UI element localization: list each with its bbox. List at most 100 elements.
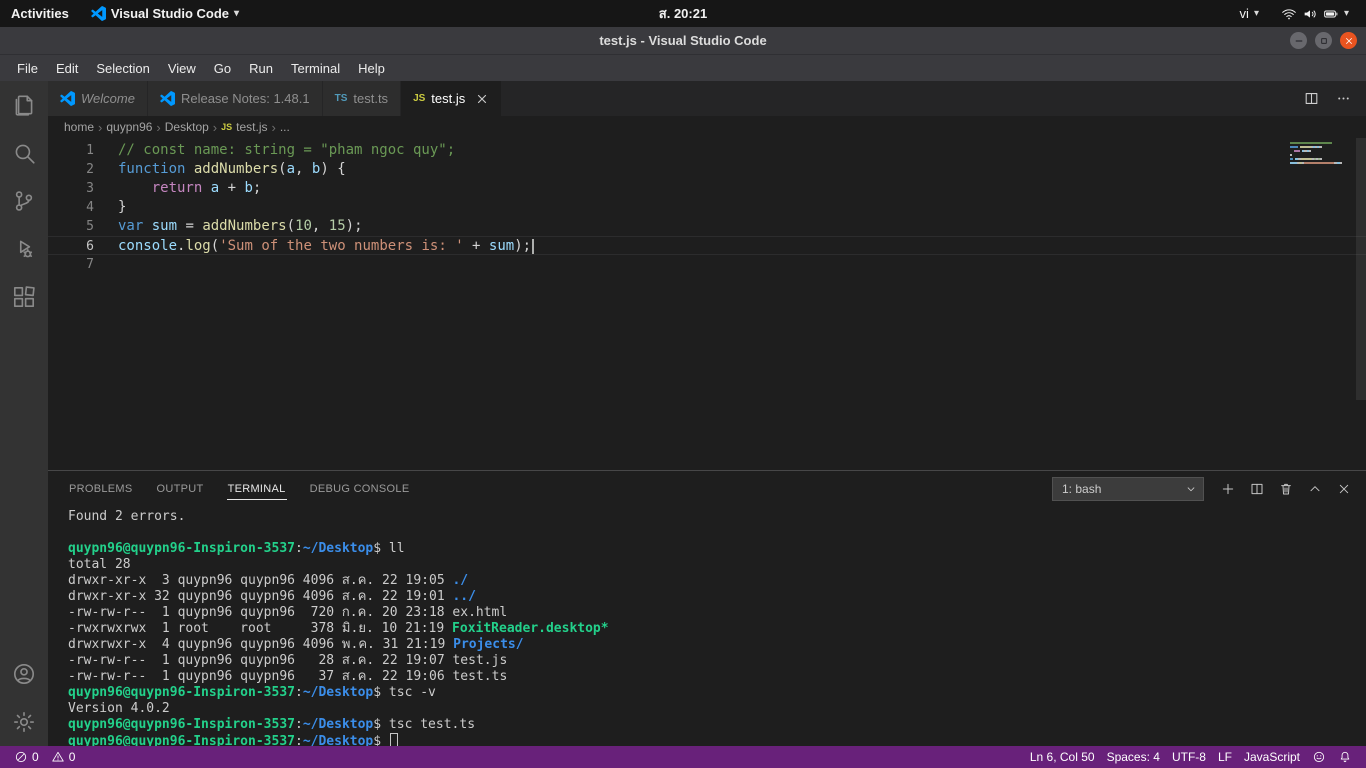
- status-cursor-position[interactable]: Ln 6, Col 50: [1024, 746, 1101, 768]
- code-line[interactable]: 5var sum = addNumbers(10, 15);: [48, 217, 1366, 236]
- activity-explorer[interactable]: [0, 81, 48, 129]
- tab-welcome[interactable]: Welcome: [48, 81, 148, 116]
- code-line[interactable]: 1// const name: string = "pham ngoc quy"…: [48, 141, 1366, 160]
- menu-item-terminal[interactable]: Terminal: [282, 58, 349, 79]
- breadcrumb-label: test.js: [236, 120, 267, 134]
- status-eol[interactable]: LF: [1212, 746, 1238, 768]
- code-line[interactable]: 6console.log('Sum of the two numbers is:…: [48, 236, 1366, 255]
- terminal-shell-select[interactable]: 1: bash: [1052, 477, 1204, 501]
- error-icon: [14, 750, 28, 764]
- status-text: 0: [32, 750, 39, 764]
- split-editor-button[interactable]: [1303, 90, 1320, 107]
- kill-terminal-button[interactable]: [1278, 481, 1294, 497]
- menu-item-file[interactable]: File: [8, 58, 47, 79]
- breadcrumb-item-test-js[interactable]: JS test.js: [221, 120, 267, 134]
- minimap[interactable]: [1290, 142, 1352, 168]
- terminal-line: total 28: [68, 557, 1366, 573]
- activity-source-control[interactable]: [0, 177, 48, 225]
- breadcrumb-item-quypn96[interactable]: quypn96: [106, 120, 152, 134]
- status-problems-errors[interactable]: 0: [8, 746, 45, 768]
- ts-icon: TS: [335, 93, 348, 104]
- breadcrumb-label: home: [64, 120, 94, 134]
- status-problems-warnings[interactable]: 0: [45, 746, 82, 768]
- close-icon[interactable]: [475, 92, 489, 106]
- status-indentation[interactable]: Spaces: 4: [1101, 746, 1166, 768]
- code-text: }: [94, 198, 126, 217]
- breadcrumb-item-home[interactable]: home: [64, 120, 94, 134]
- status-encoding[interactable]: UTF-8: [1166, 746, 1212, 768]
- editor-group: Welcome Release Notes: 1.48.1TStest.ts JS t…: [48, 81, 1366, 746]
- more-actions-button[interactable]: [1335, 90, 1352, 107]
- terminal-line: -rw-rw-r-- 1 quypn96 quypn96 720 ก.ค. 20…: [68, 605, 1366, 621]
- status-feedback[interactable]: [1306, 746, 1332, 768]
- split-terminal-button[interactable]: [1249, 481, 1265, 497]
- panel-tab-terminal[interactable]: TERMINAL: [227, 478, 287, 500]
- panel-tab-problems[interactable]: PROBLEMS: [68, 478, 134, 500]
- input-method-label: vi: [1240, 6, 1249, 21]
- activity-settings-gear[interactable]: [0, 698, 48, 746]
- code-line[interactable]: 3 return a + b;: [48, 179, 1366, 198]
- line-number: 5: [48, 217, 94, 236]
- terminal-line: drwxr-xr-x 3 quypn96 quypn96 4096 ส.ค. 2…: [68, 573, 1366, 589]
- minimize-button[interactable]: [1290, 32, 1307, 49]
- panel-tab-output[interactable]: OUTPUT: [156, 478, 205, 500]
- editor-scrollbar[interactable]: [1356, 138, 1366, 400]
- status-right: Ln 6, Col 50 Spaces: 4UTF-8LF JavaScript: [1024, 746, 1358, 768]
- js-icon: JS: [221, 122, 232, 132]
- app-menu-label: Visual Studio Code: [111, 6, 229, 21]
- activity-extensions[interactable]: [0, 273, 48, 321]
- terminal-line: Version 4.0.2: [68, 701, 1366, 717]
- menu-item-selection[interactable]: Selection: [87, 58, 158, 79]
- clock[interactable]: ส. 20:21: [659, 3, 707, 24]
- close-button[interactable]: [1340, 32, 1357, 49]
- activity-bottom: [0, 650, 48, 746]
- activities-button[interactable]: Activities: [0, 0, 80, 27]
- activity-account[interactable]: [0, 650, 48, 698]
- activity-top: [0, 81, 48, 321]
- tab-release-notes-1-48-1[interactable]: Release Notes: 1.48.1: [148, 81, 323, 116]
- tab-test-js[interactable]: JStest.js: [401, 81, 502, 116]
- status-text: JavaScript: [1244, 750, 1300, 764]
- status-bar: 0 0 Ln 6, Col 50 Spaces: 4UTF-8LF JavaScrip…: [0, 746, 1366, 768]
- breadcrumb-item-desktop[interactable]: Desktop: [165, 120, 209, 134]
- menu-item-help[interactable]: Help: [349, 58, 394, 79]
- menu-item-run[interactable]: Run: [240, 58, 282, 79]
- code-line[interactable]: 7: [48, 255, 1366, 274]
- maximize-button[interactable]: [1315, 32, 1332, 49]
- status-text: Ln 6, Col 50: [1030, 750, 1095, 764]
- new-terminal-button[interactable]: [1220, 481, 1236, 497]
- code-text: // const name: string = "pham ngoc quy";: [94, 141, 455, 160]
- tab-test-ts[interactable]: TStest.ts: [323, 81, 401, 116]
- menu-item-view[interactable]: View: [159, 58, 205, 79]
- menu-item-edit[interactable]: Edit: [47, 58, 87, 79]
- terminal-line: quypn96@quypn96-Inspiron-3537:~/Desktop$…: [68, 685, 1366, 701]
- system-tray[interactable]: ▾: [1270, 0, 1360, 27]
- activity-search[interactable]: [0, 129, 48, 177]
- terminal-line: quypn96@quypn96-Inspiron-3537:~/Desktop$: [68, 733, 1366, 746]
- status-language-mode[interactable]: JavaScript: [1238, 746, 1306, 768]
- panel-tab-debug-console[interactable]: DEBUG CONSOLE: [309, 478, 411, 500]
- terminal[interactable]: Found 2 errors. quypn96@quypn96-Inspiron…: [48, 506, 1366, 746]
- code-line[interactable]: 2function addNumbers(a, b) {: [48, 160, 1366, 179]
- window-title: test.js - Visual Studio Code: [0, 33, 1366, 48]
- panel-header: PROBLEMS OUTPUT TERMINAL DEBUG CONSOLE 1: b…: [48, 471, 1366, 506]
- account-icon: [11, 661, 37, 687]
- breadcrumb-item-[interactable]: ...: [280, 120, 290, 134]
- close-panel-button[interactable]: [1336, 481, 1352, 497]
- status-notifications[interactable]: [1332, 746, 1358, 768]
- tab-label: Welcome: [81, 91, 135, 106]
- activity-run-debug[interactable]: [0, 225, 48, 273]
- maximize-panel-button[interactable]: [1307, 481, 1323, 497]
- code-editor[interactable]: 1// const name: string = "pham ngoc quy"…: [48, 138, 1366, 470]
- status-text: 0: [69, 750, 76, 764]
- code-line[interactable]: 4}: [48, 198, 1366, 217]
- menu-item-go[interactable]: Go: [205, 58, 240, 79]
- caret-down-icon: ▾: [234, 8, 239, 19]
- warning-icon: [51, 750, 65, 764]
- app-menu-button[interactable]: Visual Studio Code ▾: [80, 0, 250, 27]
- terminal-line: quypn96@quypn96-Inspiron-3537:~/Desktop$…: [68, 717, 1366, 733]
- input-method-indicator[interactable]: vi ▾: [1229, 0, 1270, 27]
- caret-down-icon: ▾: [1344, 8, 1349, 19]
- terminal-line: [68, 525, 1366, 541]
- tab-label: test.js: [431, 91, 465, 106]
